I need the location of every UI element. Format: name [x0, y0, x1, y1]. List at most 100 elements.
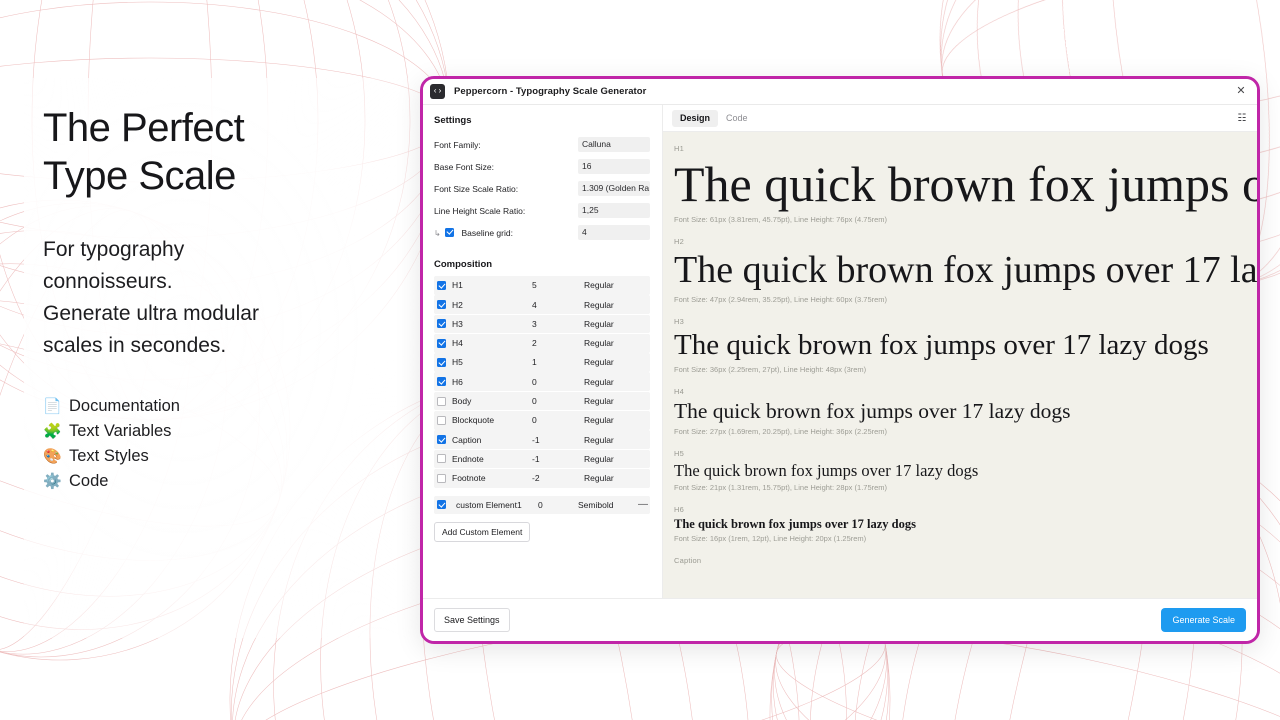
- page-title-line1: The Perfect: [43, 106, 244, 150]
- table-row[interactable]: H6 0 Regular: [434, 372, 650, 391]
- generate-scale-button[interactable]: Generate Scale: [1161, 608, 1246, 632]
- specimen-sample: The quick brown fox jumps over 17 lazy d…: [674, 248, 1257, 293]
- row-step[interactable]: 0: [532, 415, 584, 425]
- custom-element-row[interactable]: custom Element1 0 Semibold —: [434, 496, 650, 515]
- row-name: Footnote: [452, 473, 532, 483]
- specimen-h6: H6 The quick brown fox jumps over 17 laz…: [674, 505, 1257, 543]
- custom-element-step[interactable]: 0: [538, 500, 578, 510]
- row-checkbox[interactable]: [437, 281, 446, 290]
- baseline-grid-input[interactable]: 4: [578, 225, 650, 240]
- row-step[interactable]: 0: [532, 396, 584, 406]
- line-height-scale-ratio-input[interactable]: 1,25: [578, 203, 650, 218]
- row-weight[interactable]: Regular: [584, 280, 646, 290]
- font-size-scale-ratio-input[interactable]: 1.309 (Golden Ra: [578, 181, 650, 196]
- gear-icon: ⚙️: [43, 474, 61, 489]
- table-row[interactable]: Body 0 Regular: [434, 392, 650, 411]
- remove-custom-element-icon[interactable]: —: [636, 500, 650, 510]
- row-weight[interactable]: Regular: [584, 377, 646, 387]
- table-row[interactable]: H5 1 Regular: [434, 353, 650, 372]
- row-weight[interactable]: Regular: [584, 319, 646, 329]
- row-checkbox[interactable]: [437, 435, 446, 444]
- field-font-size-scale-ratio: Font Size Scale Ratio: 1.309 (Golden Ra: [434, 181, 650, 196]
- row-weight[interactable]: Regular: [584, 396, 646, 406]
- settings-panel: Settings Font Family: Calluna Base Font …: [423, 105, 663, 598]
- row-checkbox[interactable]: [437, 300, 446, 309]
- row-weight[interactable]: Regular: [584, 473, 646, 483]
- promo-link-documentation[interactable]: 📄 Documentation: [43, 394, 420, 419]
- row-checkbox[interactable]: [437, 319, 446, 328]
- row-step[interactable]: -2: [532, 473, 584, 483]
- table-row[interactable]: Blockquote 0 Regular: [434, 411, 650, 430]
- row-name: H2: [452, 300, 532, 310]
- row-checkbox[interactable]: [437, 500, 446, 509]
- specimen-metrics: Font Size: 27px (1.69rem, 20.25pt), Line…: [674, 427, 1257, 436]
- app-logo-icon: ‹›: [430, 84, 445, 99]
- specimen-tag: H6: [674, 505, 1257, 514]
- row-checkbox[interactable]: [437, 397, 446, 406]
- promo-link-text-variables[interactable]: 🧩 Text Variables: [43, 419, 420, 444]
- specimen-h4: H4 The quick brown fox jumps over 17 laz…: [674, 387, 1257, 436]
- field-label: Base Font Size:: [434, 162, 578, 172]
- specimen-sample: The quick brown fox jumps over 17 lazy d…: [674, 328, 1257, 363]
- promo-link-code[interactable]: ⚙️ Code: [43, 469, 420, 494]
- field-font-family: Font Family: Calluna: [434, 137, 650, 152]
- table-row[interactable]: Endnote -1 Regular: [434, 450, 650, 469]
- font-family-input[interactable]: Calluna: [578, 137, 650, 152]
- specimen-sample: The quick brown fox jumps over 17 lazy d…: [674, 155, 1257, 213]
- row-weight[interactable]: Regular: [584, 435, 646, 445]
- row-step[interactable]: 3: [532, 319, 584, 329]
- specimen-metrics: Font Size: 36px (2.25rem, 27pt), Line He…: [674, 365, 1257, 374]
- field-label: Line Height Scale Ratio:: [434, 206, 578, 216]
- table-row[interactable]: H2 4 Regular: [434, 295, 650, 314]
- row-step[interactable]: -1: [532, 435, 584, 445]
- add-custom-element-button[interactable]: Add Custom Element: [434, 522, 530, 542]
- table-row[interactable]: H1 5 Regular: [434, 276, 650, 295]
- specimen-h3: H3 The quick brown fox jumps over 17 laz…: [674, 317, 1257, 374]
- promo-link-label: Documentation: [69, 394, 180, 419]
- custom-element-weight[interactable]: Semibold: [578, 500, 636, 510]
- row-weight[interactable]: Regular: [584, 338, 646, 348]
- row-step[interactable]: 1: [532, 357, 584, 367]
- row-step[interactable]: 2: [532, 338, 584, 348]
- promo-subhead-line4: scales in secondes.: [43, 334, 226, 357]
- base-font-size-input[interactable]: 16: [578, 159, 650, 174]
- row-checkbox[interactable]: [437, 339, 446, 348]
- page-title: The Perfect Type Scale: [43, 104, 420, 200]
- specimen-tag: H2: [674, 237, 1257, 246]
- close-icon[interactable]: ✕: [1233, 84, 1249, 100]
- table-row[interactable]: Footnote -2 Regular: [434, 469, 650, 488]
- specimen-sample: The quick brown fox jumps over 17 lazy d…: [674, 460, 1257, 481]
- baseline-grid-checkbox[interactable]: [445, 228, 454, 237]
- row-weight[interactable]: Regular: [584, 454, 646, 464]
- row-checkbox[interactable]: [437, 454, 446, 463]
- table-row[interactable]: H3 3 Regular: [434, 315, 650, 334]
- row-checkbox[interactable]: [437, 474, 446, 483]
- puzzle-piece-icon: 🧩: [43, 424, 61, 439]
- field-line-height-scale-ratio: Line Height Scale Ratio: 1,25: [434, 203, 650, 218]
- row-checkbox[interactable]: [437, 358, 446, 367]
- row-checkbox[interactable]: [437, 377, 446, 386]
- row-checkbox[interactable]: [437, 416, 446, 425]
- specimen-scroll-area[interactable]: H1 The quick brown fox jumps over 17 laz…: [663, 132, 1257, 598]
- row-weight[interactable]: Regular: [584, 300, 646, 310]
- table-row[interactable]: H4 2 Regular: [434, 334, 650, 353]
- custom-element-name-input[interactable]: custom Element1: [452, 500, 538, 510]
- promo-link-label: Text Variables: [69, 419, 171, 444]
- promo-link-text-styles[interactable]: 🎨 Text Styles: [43, 444, 420, 469]
- window-title: Peppercorn - Typography Scale Generator: [454, 86, 646, 97]
- tab-code[interactable]: Code: [718, 110, 756, 127]
- table-row[interactable]: Caption -1 Regular: [434, 430, 650, 449]
- specimen-metrics: Font Size: 21px (1.31rem, 15.75pt), Line…: [674, 483, 1257, 492]
- page-icon: 📄: [43, 399, 61, 414]
- save-settings-button[interactable]: Save Settings: [434, 608, 510, 632]
- promo-link-list: 📄 Documentation 🧩 Text Variables 🎨 Text …: [43, 394, 420, 494]
- row-step[interactable]: 5: [532, 280, 584, 290]
- row-weight[interactable]: Regular: [584, 415, 646, 425]
- row-step[interactable]: 0: [532, 377, 584, 387]
- row-step[interactable]: 4: [532, 300, 584, 310]
- layout-panel-icon[interactable]: ☷: [1235, 113, 1249, 124]
- row-weight[interactable]: Regular: [584, 357, 646, 367]
- promo-link-label: Code: [69, 469, 108, 494]
- row-step[interactable]: -1: [532, 454, 584, 464]
- tab-design[interactable]: Design: [672, 110, 718, 127]
